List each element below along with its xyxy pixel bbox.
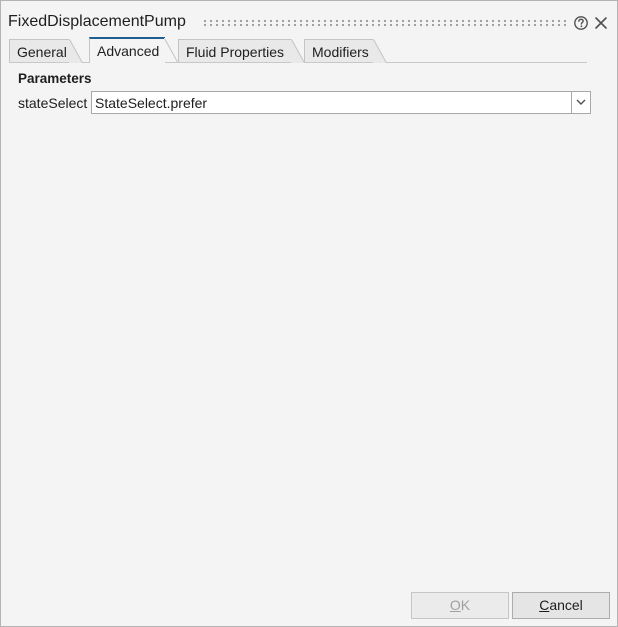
state-select-combobox[interactable] [91,91,591,114]
help-button[interactable] [573,15,589,31]
tab-fluid-properties[interactable]: Fluid Properties [178,39,305,63]
cancel-button[interactable]: Cancel [512,592,610,619]
ok-button[interactable]: OK [411,592,509,619]
drag-handle-grip[interactable] [202,19,566,28]
ok-label-rest: K [460,597,471,613]
tab-advanced[interactable]: Advanced [89,37,178,63]
tab-edge [291,39,305,63]
ok-mnemonic: O [449,597,461,613]
chevron-down-icon [576,99,586,105]
tab-general[interactable]: General [9,39,83,63]
title-bar[interactable]: FixedDisplacementPump [1,1,617,39]
tab-label: Modifiers [312,44,369,60]
tab-bar: General Advanced Fluid Properties Modifi… [1,37,617,63]
state-select-label: stateSelect [18,95,88,111]
parameter-dialog: FixedDisplacementPump General Advanced F… [0,0,618,627]
tab-label: General [17,44,67,60]
parameters-section-title: Parameters [18,71,92,86]
tab-label: Advanced [97,43,160,59]
tab-edge [373,39,387,63]
tab-edge [164,38,178,63]
state-select-dropdown-button[interactable] [571,92,590,113]
close-icon [595,17,607,29]
question-circle-icon [574,16,588,30]
window-title: FixedDisplacementPump [8,13,186,30]
cancel-mnemonic: C [539,597,550,613]
tab-modifiers[interactable]: Modifiers [304,39,387,63]
close-button[interactable] [593,15,609,31]
tab-edge [69,39,83,63]
cancel-label-rest: ancel [549,597,583,613]
tab-label: Fluid Properties [186,44,285,60]
state-select-input[interactable] [92,92,570,113]
